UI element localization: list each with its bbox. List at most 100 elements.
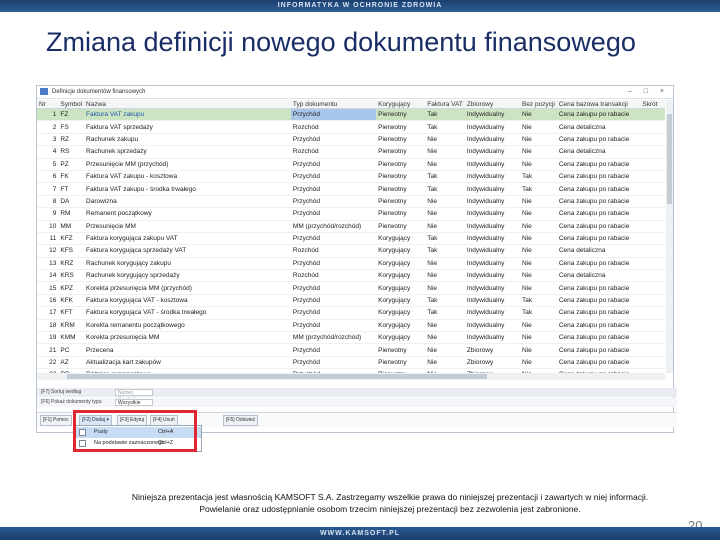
table-cell: Faktura korygująca VAT - środka trwałego <box>84 306 291 320</box>
table-row[interactable]: 6 FK Faktura VAT zakupu - kosztowa Przychód… <box>37 170 665 184</box>
table-cell: 22 <box>37 356 59 370</box>
table-cell: Indywidualny <box>464 145 520 159</box>
table-row[interactable]: 5 PZ Przesunięcie MM (przychód) Przychód Pie… <box>37 158 665 171</box>
horizontal-scrollbar[interactable] <box>37 373 665 380</box>
table-row[interactable]: 19 KMM Korekta przesunięcia MM MM (przychód… <box>37 331 665 345</box>
table-cell: Cena detaliczna <box>556 244 641 258</box>
table-cell: Nie <box>425 207 465 221</box>
table-cell: Zbiorowy <box>464 343 520 357</box>
table-cell <box>640 306 665 320</box>
table-row[interactable]: 22 AZ Aktualizacja kart zakupów Przychód Pie… <box>37 356 665 370</box>
table-cell: RS <box>58 145 85 159</box>
table-row[interactable]: 15 KPZ Korekta przesunięcia MM (przychód) P… <box>37 281 665 295</box>
table-row[interactable]: 13 KRZ Rachunek korygujący zakupu Przychód K… <box>37 257 665 271</box>
table-cell: Przesunięcie MM <box>84 220 291 233</box>
column-header[interactable]: Skrót <box>640 100 665 109</box>
table-cell: Korygujący <box>376 257 426 271</box>
table-cell: 19 <box>37 331 59 345</box>
window-controls[interactable]: – □ × <box>628 86 669 97</box>
table-row[interactable]: 7 FT Faktura VAT zakupu - środka trwałego P… <box>37 182 665 196</box>
table-cell: FZ <box>58 108 85 122</box>
table-row[interactable]: 3 RZ Rachunek zakupu Przychód Pierwotny Nie In… <box>37 133 665 147</box>
column-header[interactable]: Korygujący <box>376 100 426 109</box>
banner-text: INFORMATYKA W OCHRONIE ZDROWIA <box>277 2 443 9</box>
table-cell: Tak <box>425 232 465 246</box>
table-cell: Przychód <box>290 294 377 308</box>
table-cell: KFT <box>58 306 85 320</box>
top-banner: INFORMATYKA W OCHRONIE ZDROWIA <box>0 0 720 12</box>
scroll-thumb[interactable] <box>667 114 672 204</box>
table-cell <box>640 343 665 357</box>
table-cell <box>640 331 665 345</box>
refresh-button[interactable]: [F5] Odśwież <box>223 415 259 426</box>
table-cell: Przychód <box>290 343 377 357</box>
vertical-scrollbar[interactable] <box>666 100 673 373</box>
table-cell: Rozchód <box>290 145 377 159</box>
column-header[interactable]: Nr <box>37 100 59 109</box>
table-row[interactable]: 14 KRS Rachunek korygujący sprzedaży Rozchó… <box>37 269 665 283</box>
table-cell: 12 <box>37 244 59 258</box>
table-cell: Pierwotny <box>376 343 426 357</box>
table-row[interactable]: 2 FS Faktura VAT sprzedaży Rozchód Pierwotny… <box>37 120 665 134</box>
table-cell: Korygujący <box>376 294 426 308</box>
table-cell: Nie <box>425 331 465 345</box>
column-header[interactable]: Zbiorowy <box>464 100 520 109</box>
table-cell: Pierwotny <box>376 356 426 370</box>
table-cell <box>640 269 665 283</box>
table-cell: Nie <box>519 120 557 134</box>
table-cell: 2 <box>37 120 59 134</box>
column-header[interactable]: Nazwa <box>84 100 291 109</box>
table-cell: Tak <box>425 108 465 122</box>
table-cell: Pierwotny <box>376 207 426 221</box>
table-row[interactable]: 11 KFZ Faktura korygująca zakupu VAT Przych… <box>37 232 665 246</box>
table-cell: Indywidualny <box>464 257 520 271</box>
table-cell: Tak <box>519 170 557 184</box>
table-row[interactable]: 4 RS Rachunek sprzedaży Rozchód Pierwotny Nie… <box>37 145 665 159</box>
table-cell: Cena zakupu po rabacie <box>556 306 641 320</box>
table-cell: 1 <box>37 108 59 122</box>
table-cell: Przychód <box>290 207 377 221</box>
table-row[interactable]: 1 FZ Faktura VAT zakupu Przychód Pierwotny Ta… <box>37 108 665 122</box>
column-header[interactable]: Faktura VAT <box>425 100 465 109</box>
table-cell: Indywidualny <box>464 244 520 258</box>
table-cell: AZ <box>58 356 85 370</box>
table-cell: Pierwotny <box>376 182 426 196</box>
table-cell: Korygujący <box>376 232 426 246</box>
table-row[interactable]: 8 DA Darowizna Przychód Pierwotny Nie Indywidu… <box>37 195 665 209</box>
table-row[interactable]: 21 PC Przecena Przychód Pierwotny Nie Zbiorowy… <box>37 343 665 357</box>
table-cell: Przychód <box>290 133 377 147</box>
table-cell: FK <box>58 170 85 184</box>
table-cell: Nie <box>519 356 557 370</box>
table-cell: Korygujący <box>376 269 426 283</box>
table-row[interactable]: 12 KFS Faktura korygująca sprzedaży VAT Roz… <box>37 244 665 258</box>
table-row[interactable]: 18 KRM Korekta remanentu początkowego Przyc… <box>37 319 665 333</box>
column-header[interactable]: Cena bazowa transakcji <box>556 100 641 109</box>
table-cell: MM (przychód/rozchód) <box>290 220 377 233</box>
column-header[interactable]: Typ dokumentu <box>290 100 377 109</box>
help-button[interactable]: [F1] Pomoc <box>40 415 72 426</box>
table-cell: Korygujący <box>376 319 426 333</box>
table-cell: Rachunek korygujący zakupu <box>84 257 291 271</box>
table-cell: Cena zakupu po rabacie <box>556 257 641 271</box>
table-cell: Cena detaliczna <box>556 120 641 134</box>
table-cell: MM (przychód/rozchód) <box>290 331 377 345</box>
table-cell: Cena detaliczna <box>556 269 641 283</box>
table-row[interactable]: 9 RM Remanent początkowy Przychód Pierwotny N… <box>37 207 665 221</box>
slide-title: Zmiana definicji nowego dokumentu finans… <box>46 27 636 57</box>
column-header[interactable]: Symbol <box>58 100 85 109</box>
table-cell: Nie <box>425 257 465 271</box>
table-row[interactable]: 17 KFT Faktura korygująca VAT - środka trw… <box>37 306 665 320</box>
copyright-note: Niniejsza prezentacja jest własnością KA… <box>100 491 680 515</box>
table-cell: Pierwotny <box>376 133 426 147</box>
table-cell: KRZ <box>58 257 85 271</box>
type-filter-select[interactable]: Wszystkie <box>115 399 153 406</box>
table-cell: Faktura korygująca VAT - kosztowa <box>84 294 291 308</box>
table-cell: Przychód <box>290 281 377 295</box>
sort-select[interactable]: Numer, Symbol <box>115 389 153 403</box>
table-row[interactable]: 16 KFK Faktura korygująca VAT - kosztowa Pr… <box>37 294 665 308</box>
table-cell <box>640 281 665 295</box>
column-header[interactable]: Bez pozycji <box>519 100 557 109</box>
table-cell <box>640 257 665 271</box>
table-row[interactable]: 10 MM Przesunięcie MM MM (przychód/rozchód)… <box>37 220 665 233</box>
scroll-thumb-horizontal[interactable] <box>67 374 487 379</box>
